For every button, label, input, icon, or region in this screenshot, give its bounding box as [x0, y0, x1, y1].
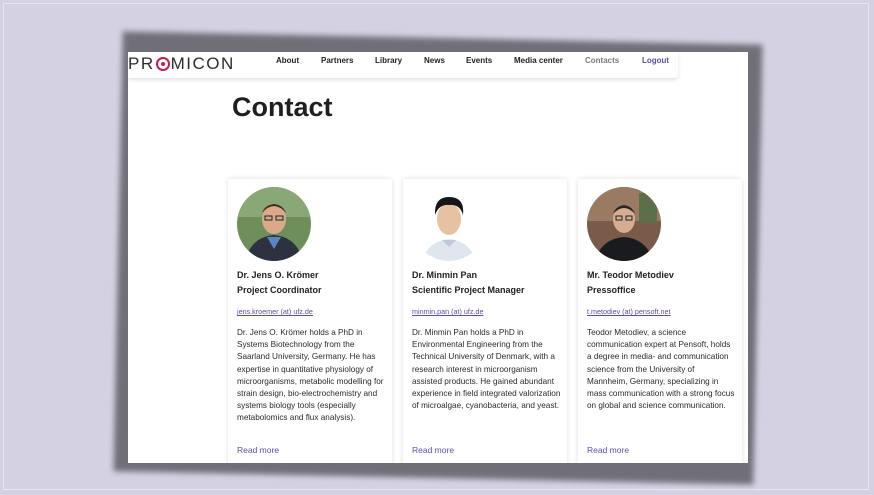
- avatar: [237, 187, 311, 261]
- contact-email-link[interactable]: t.metodiev (at) pensoft.net: [587, 307, 671, 316]
- logo-text-right: MICON: [170, 54, 235, 73]
- read-more-link[interactable]: Read more: [587, 445, 629, 455]
- contact-email-link[interactable]: minmin.pan (at) ufz.de: [412, 307, 484, 316]
- nav-events[interactable]: Events: [466, 56, 492, 65]
- contact-bio: Teodor Metodiev, a science communication…: [587, 328, 735, 411]
- contact-name: Dr. Minmin Pan: [412, 270, 478, 280]
- page-title: Contact: [232, 92, 333, 122]
- contact-name: Mr. Teodor Metodiev: [587, 270, 674, 280]
- logo-o-icon: [155, 57, 170, 71]
- navbar: PR MICON About Partners Library News Eve…: [128, 52, 678, 78]
- contact-card: Dr. Jens O. Krömer Project Coordinator j…: [228, 179, 392, 463]
- promicon-logo[interactable]: PR MICON: [128, 54, 235, 74]
- read-more-link[interactable]: Read more: [237, 445, 279, 455]
- nav-partners[interactable]: Partners: [321, 56, 353, 65]
- nav-logout[interactable]: Logout: [642, 56, 669, 65]
- avatar: [412, 187, 486, 261]
- nav-about[interactable]: About: [276, 56, 299, 65]
- nav-library[interactable]: Library: [375, 56, 402, 65]
- read-more-link[interactable]: Read more: [412, 445, 454, 455]
- contact-bio: Dr. Jens O. Krömer holds a PhD in System…: [237, 328, 384, 423]
- contact-bio: Dr. Minmin Pan holds a PhD in Environmen…: [412, 328, 561, 411]
- nav-contacts[interactable]: Contacts: [585, 56, 619, 65]
- contact-role: Project Coordinator: [237, 285, 322, 295]
- logo-text-left: PR: [128, 54, 155, 73]
- contact-role: Pressoffice: [587, 285, 636, 295]
- contact-email-link[interactable]: jens.kroemer (at) ufz.de: [237, 307, 313, 316]
- web-page: PR MICON About Partners Library News Eve…: [128, 52, 748, 463]
- nav-news[interactable]: News: [424, 56, 445, 65]
- avatar: [587, 187, 661, 261]
- contact-card: Mr. Teodor Metodiev Pressoffice t.metodi…: [578, 179, 742, 463]
- nav-media-center[interactable]: Media center: [514, 56, 563, 65]
- contact-card: Dr. Minmin Pan Scientific Project Manage…: [403, 179, 567, 463]
- contact-role: Scientific Project Manager: [412, 285, 525, 295]
- contact-name: Dr. Jens O. Krömer: [237, 270, 319, 280]
